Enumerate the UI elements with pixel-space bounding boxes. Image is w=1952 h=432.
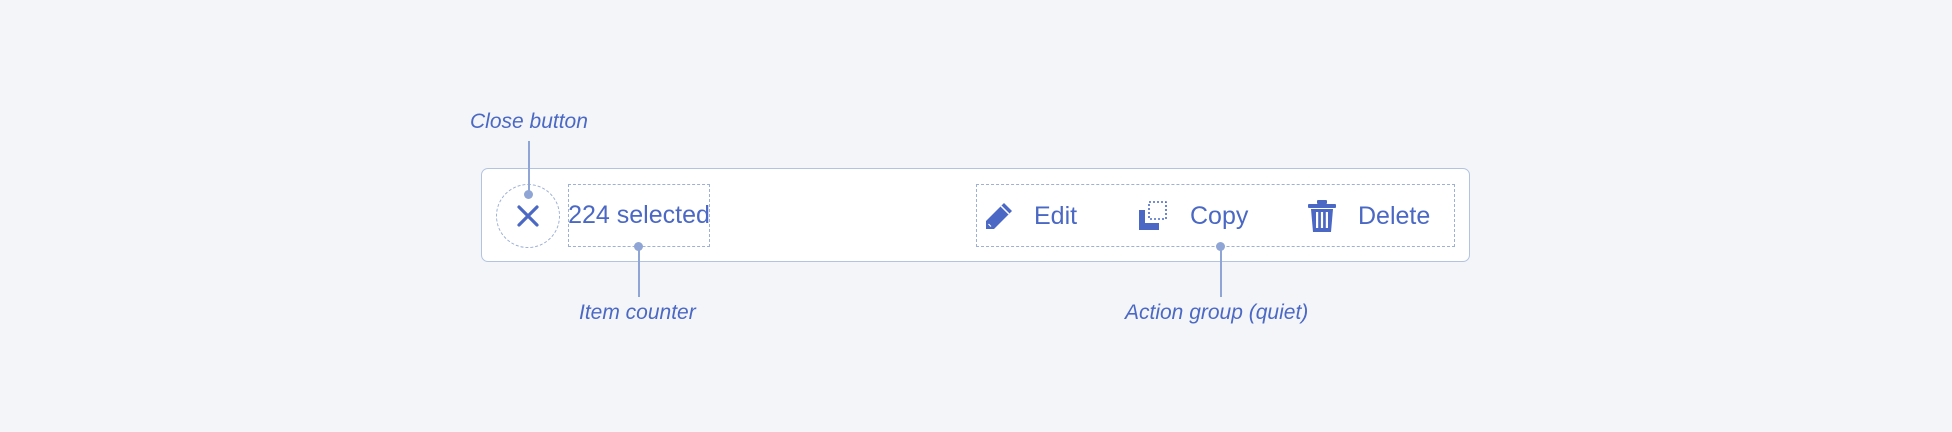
copy-label: Copy	[1190, 201, 1249, 230]
close-button-callout: Close button	[470, 110, 588, 133]
trash-icon	[1308, 200, 1336, 232]
item-counter-callout: Item counter	[579, 301, 696, 324]
item-counter: 224 selected	[568, 201, 710, 229]
copy-button[interactable]: Copy	[1136, 194, 1248, 238]
group-leader-line	[1220, 246, 1222, 297]
delete-button[interactable]: Delete	[1306, 194, 1430, 238]
counter-leader-line	[638, 246, 640, 297]
close-leader-line	[528, 141, 530, 195]
close-icon	[517, 205, 539, 227]
pencil-icon	[986, 203, 1012, 229]
group-leader-dot	[1216, 242, 1225, 251]
edit-button[interactable]: Edit	[982, 194, 1077, 238]
close-leader-dot	[524, 190, 533, 199]
counter-leader-dot	[634, 242, 643, 251]
close-button[interactable]	[512, 200, 544, 232]
edit-label: Edit	[1034, 201, 1078, 230]
copy-icon	[1139, 201, 1167, 230]
action-group-callout: Action group (quiet)	[1125, 301, 1309, 324]
delete-label: Delete	[1358, 201, 1431, 230]
